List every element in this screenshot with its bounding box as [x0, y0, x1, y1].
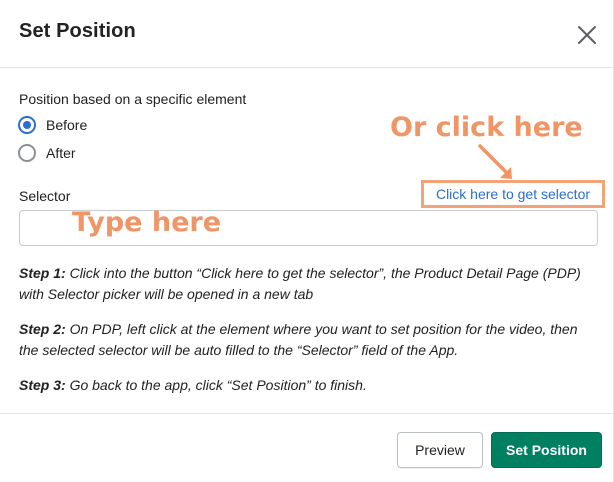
close-button[interactable] — [570, 18, 604, 52]
preview-button[interactable]: Preview — [397, 432, 483, 468]
modal-footer: Preview Set Position — [0, 413, 614, 482]
modal-header: Set Position — [0, 0, 614, 68]
radio-after-control[interactable] — [18, 144, 36, 162]
radio-before-label: Before — [46, 117, 88, 133]
position-label: Position based on a specific element — [19, 91, 247, 107]
step-1-prefix: Step 1: — [19, 265, 66, 281]
set-position-button[interactable]: Set Position — [491, 432, 602, 468]
annotation-click-hint: Or click here — [390, 112, 583, 143]
radio-after-label: After — [46, 145, 76, 161]
set-position-modal: Set Position Position based on a specifi… — [0, 0, 614, 482]
get-selector-link[interactable]: Click here to get selector — [436, 186, 590, 202]
step-2-body: On PDP, left click at the element where … — [19, 321, 578, 358]
step-1-body: Click into the button “Click here to get… — [19, 265, 581, 302]
close-icon — [578, 26, 596, 44]
step-3-prefix: Step 3: — [19, 377, 66, 393]
annotation-arrow-icon — [478, 144, 512, 179]
step-2-text: Step 2: On PDP, left click at the elemen… — [19, 319, 599, 361]
selector-label: Selector — [19, 188, 71, 204]
radio-after[interactable]: After — [18, 144, 76, 162]
step-3-text: Step 3: Go back to the app, click “Set P… — [19, 375, 599, 396]
selector-link-highlight: Click here to get selector — [421, 180, 605, 208]
modal-title: Set Position — [19, 20, 136, 42]
step-1-text: Step 1: Click into the button “Click her… — [19, 263, 599, 305]
selector-input[interactable] — [19, 210, 598, 246]
radio-before-control[interactable] — [18, 116, 36, 134]
step-3-body: Go back to the app, click “Set Position”… — [65, 377, 367, 393]
step-2-prefix: Step 2: — [19, 321, 66, 337]
radio-before[interactable]: Before — [18, 116, 87, 134]
